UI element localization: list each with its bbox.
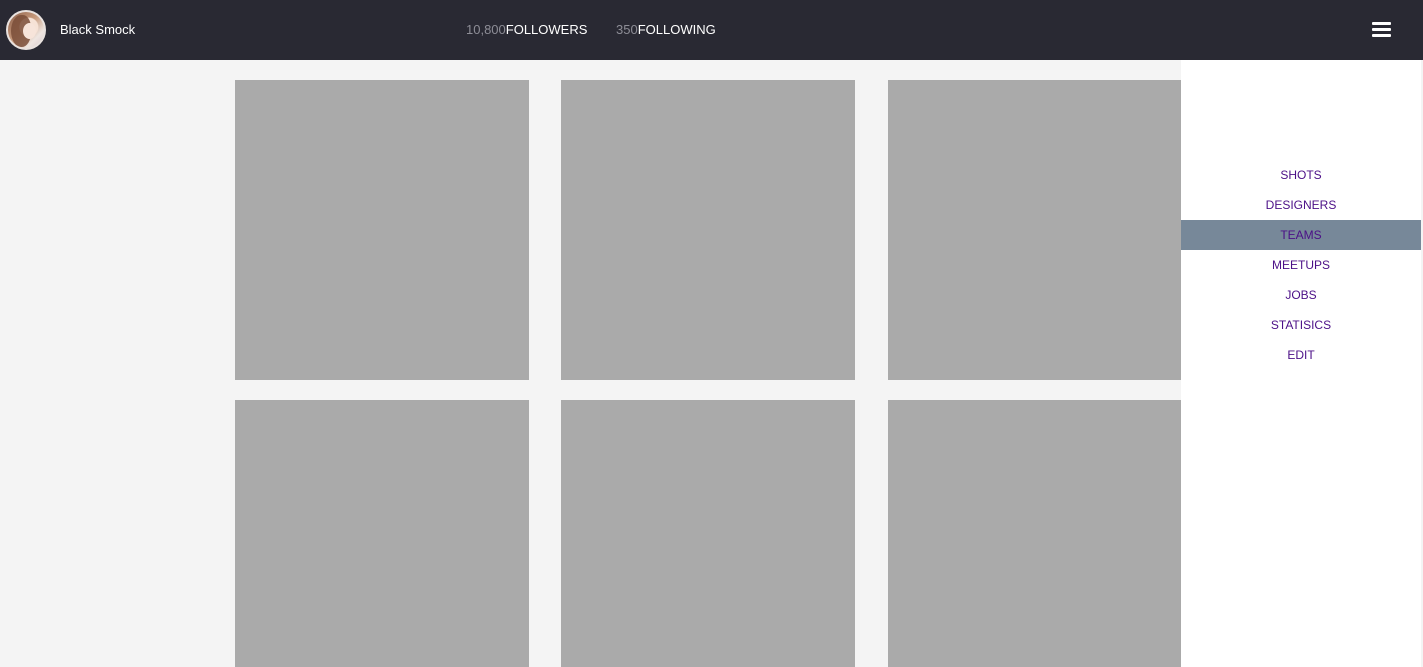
nav-list: SHOTS DESIGNERS TEAMS MEETUPS JOBS STATI… xyxy=(1181,160,1421,370)
shot-tile-1[interactable] xyxy=(235,80,529,380)
profile-name[interactable]: Black Smock xyxy=(60,22,135,38)
hamburger-menu-icon[interactable] xyxy=(1371,20,1393,40)
shot-tile-2[interactable] xyxy=(561,80,855,380)
nav-item-designers[interactable]: DESIGNERS xyxy=(1181,190,1421,220)
shot-tile-5[interactable] xyxy=(561,400,855,667)
following-count: 350 xyxy=(616,22,638,37)
top-bar: Black Smock 10,800FOLLOWERS 350FOLLOWING xyxy=(0,0,1423,60)
menu-bar-bottom xyxy=(1372,34,1391,37)
nav-item-shots[interactable]: SHOTS xyxy=(1181,160,1421,190)
side-navigation: SHOTS DESIGNERS TEAMS MEETUPS JOBS STATI… xyxy=(1181,60,1421,667)
followers-count: 10,800 xyxy=(466,22,506,37)
nav-item-teams[interactable]: TEAMS xyxy=(1181,220,1421,250)
menu-bar-top xyxy=(1372,22,1391,25)
menu-bar-middle xyxy=(1372,28,1391,31)
shot-tile-4[interactable] xyxy=(235,400,529,667)
avatar[interactable] xyxy=(6,10,46,50)
nav-item-meetups[interactable]: MEETUPS xyxy=(1181,250,1421,280)
nav-item-edit[interactable]: EDIT xyxy=(1181,340,1421,370)
following-label: FOLLOWING xyxy=(637,22,716,37)
shot-tile-3[interactable] xyxy=(888,80,1182,380)
avatar-face xyxy=(23,23,36,39)
followers-stat[interactable]: 10,800FOLLOWERS xyxy=(466,22,587,38)
nav-item-statistics[interactable]: STATISICS xyxy=(1181,310,1421,340)
shot-tile-6[interactable] xyxy=(888,400,1182,667)
following-stat[interactable]: 350FOLLOWING xyxy=(616,22,716,38)
nav-item-jobs[interactable]: JOBS xyxy=(1181,280,1421,310)
followers-label: FOLLOWERS xyxy=(505,22,588,37)
